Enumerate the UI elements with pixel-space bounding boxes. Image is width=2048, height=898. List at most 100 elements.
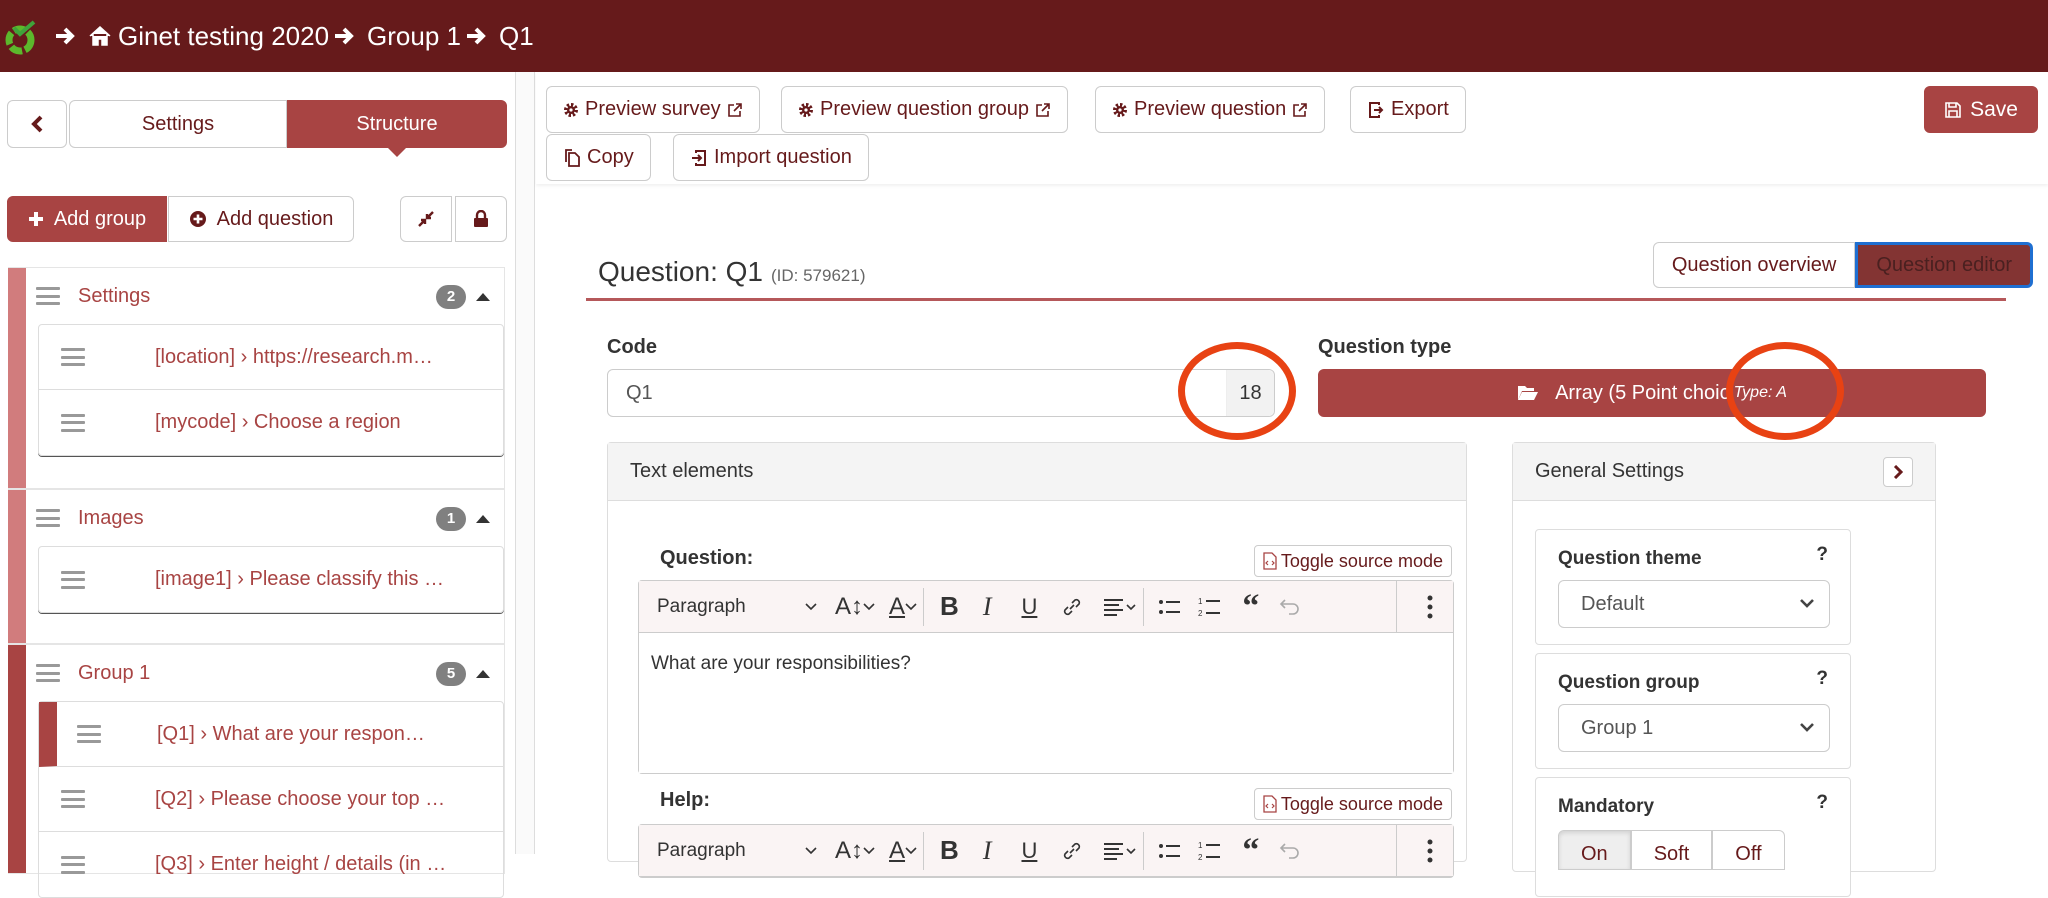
drag-handle-icon[interactable] — [61, 348, 85, 366]
link-icon[interactable] — [1061, 840, 1083, 862]
question-item-label[interactable]: [location] › https://research.m… — [155, 346, 433, 369]
arrow-right-icon — [56, 27, 75, 45]
top-navbar: Ginet testing 2020 Group 1 Q1 — [0, 0, 2048, 72]
home-icon — [89, 25, 111, 46]
drag-handle-icon[interactable] — [61, 790, 85, 808]
blockquote-icon[interactable]: “ — [1242, 589, 1259, 623]
preview-question-button[interactable]: Preview question — [1095, 86, 1326, 133]
add-group-button[interactable]: Add group — [7, 196, 167, 242]
numbered-list-icon[interactable]: 12 — [1198, 596, 1222, 618]
paragraph-format-dropdown[interactable]: Paragraph — [657, 596, 817, 618]
question-item[interactable]: [Q2] › Please choose your top … — [39, 767, 503, 832]
font-color-icon[interactable]: A — [889, 837, 917, 865]
group-header[interactable]: Settings 2 — [8, 268, 504, 324]
group-header[interactable]: Images 1 — [8, 490, 504, 546]
align-icon[interactable] — [1103, 597, 1137, 617]
bold-icon[interactable]: B — [940, 591, 959, 622]
preview-survey-button[interactable]: Preview survey — [546, 86, 760, 133]
bulleted-list-icon[interactable] — [1158, 841, 1182, 861]
undo-icon[interactable] — [1279, 842, 1301, 860]
sidebar: Settings Structure Add group Add questio… — [0, 72, 515, 898]
italic-icon[interactable]: I — [983, 836, 992, 866]
question-editor-button[interactable]: Question editor — [1855, 242, 2033, 288]
copy-button[interactable]: Copy — [546, 134, 651, 181]
question-item[interactable]: [mycode] › Choose a region — [39, 390, 503, 455]
align-icon[interactable] — [1103, 841, 1137, 861]
sidebar-resize-handle[interactable] — [515, 72, 535, 854]
group-title[interactable]: Settings — [78, 285, 150, 308]
breadcrumb-survey[interactable]: Ginet testing 2020 — [118, 21, 329, 52]
question-item-label[interactable]: [mycode] › Choose a region — [155, 411, 401, 434]
caret-up-icon[interactable] — [476, 515, 490, 523]
drag-handle-icon[interactable] — [77, 725, 101, 743]
chevron-down-icon — [1800, 723, 1814, 732]
question-group-select[interactable]: Group 1 — [1558, 704, 1830, 752]
toggle-source-mode-button[interactable]: Toggle source mode — [1253, 788, 1452, 820]
question-item-label[interactable]: [Q3] › Enter height / details (in … — [155, 853, 446, 876]
help-icon[interactable]: ? — [1816, 668, 1828, 690]
help-icon[interactable]: ? — [1816, 792, 1828, 814]
more-options-icon[interactable] — [1427, 595, 1433, 619]
bold-icon[interactable]: B — [940, 835, 959, 866]
link-icon[interactable] — [1061, 596, 1083, 618]
drag-handle-icon[interactable] — [61, 570, 85, 589]
question-text-area[interactable]: What are your responsibilities? — [639, 633, 1453, 773]
drag-handle-icon[interactable] — [36, 287, 60, 305]
question-item-label[interactable]: [Q1] › What are your respon… — [157, 723, 425, 746]
chevron-down-icon — [805, 602, 817, 610]
numbered-list-icon[interactable]: 12 — [1198, 840, 1222, 862]
question-item-label[interactable]: [image1] › Please classify this … — [155, 568, 444, 591]
drag-handle-icon[interactable] — [36, 664, 60, 682]
caret-up-icon[interactable] — [476, 293, 490, 301]
help-icon[interactable]: ? — [1816, 544, 1828, 566]
import-question-button[interactable]: Import question — [673, 134, 869, 181]
bulleted-list-icon[interactable] — [1158, 597, 1182, 617]
drag-handle-icon[interactable] — [61, 413, 85, 432]
breadcrumb-group[interactable]: Group 1 — [367, 21, 461, 52]
question-item-active[interactable]: [Q1] › What are your respon… — [39, 702, 503, 767]
export-button[interactable]: Export — [1350, 86, 1466, 133]
add-question-button[interactable]: Add question — [168, 196, 354, 242]
drag-handle-icon[interactable] — [36, 509, 60, 527]
toggle-source-mode-button[interactable]: Toggle source mode — [1253, 545, 1452, 577]
lock-button[interactable] — [455, 196, 507, 242]
tab-settings[interactable]: Settings — [69, 100, 287, 148]
question-item[interactable]: [location] › https://research.m… — [39, 325, 503, 390]
group-header[interactable]: Group 1 5 — [8, 645, 504, 701]
collapse-all-button[interactable] — [400, 196, 452, 242]
mandatory-on-button[interactable]: On — [1558, 830, 1631, 870]
compress-icon — [418, 211, 434, 227]
drag-handle-icon[interactable] — [61, 855, 85, 874]
question-item[interactable]: [image1] › Please classify this … — [39, 547, 503, 612]
copy-label: Copy — [587, 146, 634, 168]
limesurvey-logo-icon[interactable] — [4, 16, 40, 56]
question-overview-button[interactable]: Question overview — [1652, 242, 1856, 288]
question-item-label[interactable]: [Q2] › Please choose your top … — [155, 788, 445, 811]
group-title[interactable]: Group 1 — [78, 662, 150, 685]
font-size-icon[interactable]: A↕ — [835, 593, 875, 621]
collapse-sidebar-button[interactable] — [7, 100, 67, 148]
tab-structure[interactable]: Structure — [287, 100, 507, 157]
code-label: Code — [607, 336, 657, 358]
font-color-icon[interactable]: A — [889, 593, 917, 621]
mandatory-soft-button[interactable]: Soft — [1630, 830, 1713, 870]
code-input[interactable]: Q1 18 — [607, 369, 1275, 417]
paragraph-format-dropdown[interactable]: Paragraph — [657, 840, 817, 862]
font-size-icon[interactable]: A↕ — [835, 837, 875, 865]
more-options-icon[interactable] — [1427, 839, 1433, 863]
question-type-selector[interactable]: Array (5 Point choic Type: A — [1318, 369, 1986, 417]
underline-icon[interactable]: U — [1021, 838, 1037, 864]
expand-settings-button[interactable] — [1883, 457, 1913, 487]
breadcrumb-question[interactable]: Q1 — [499, 21, 534, 52]
blockquote-icon[interactable]: “ — [1242, 833, 1259, 867]
italic-icon[interactable]: I — [983, 592, 992, 622]
mandatory-off-button[interactable]: Off — [1712, 830, 1785, 870]
underline-icon[interactable]: U — [1021, 594, 1037, 620]
caret-up-icon[interactable] — [476, 670, 490, 678]
undo-icon[interactable] — [1279, 598, 1301, 616]
question-theme-select[interactable]: Default — [1558, 580, 1830, 628]
question-item[interactable]: [Q3] › Enter height / details (in … — [39, 832, 503, 897]
preview-question-group-button[interactable]: Preview question group — [781, 86, 1069, 133]
group-title[interactable]: Images — [78, 507, 144, 530]
save-button[interactable]: Save — [1924, 86, 2038, 133]
